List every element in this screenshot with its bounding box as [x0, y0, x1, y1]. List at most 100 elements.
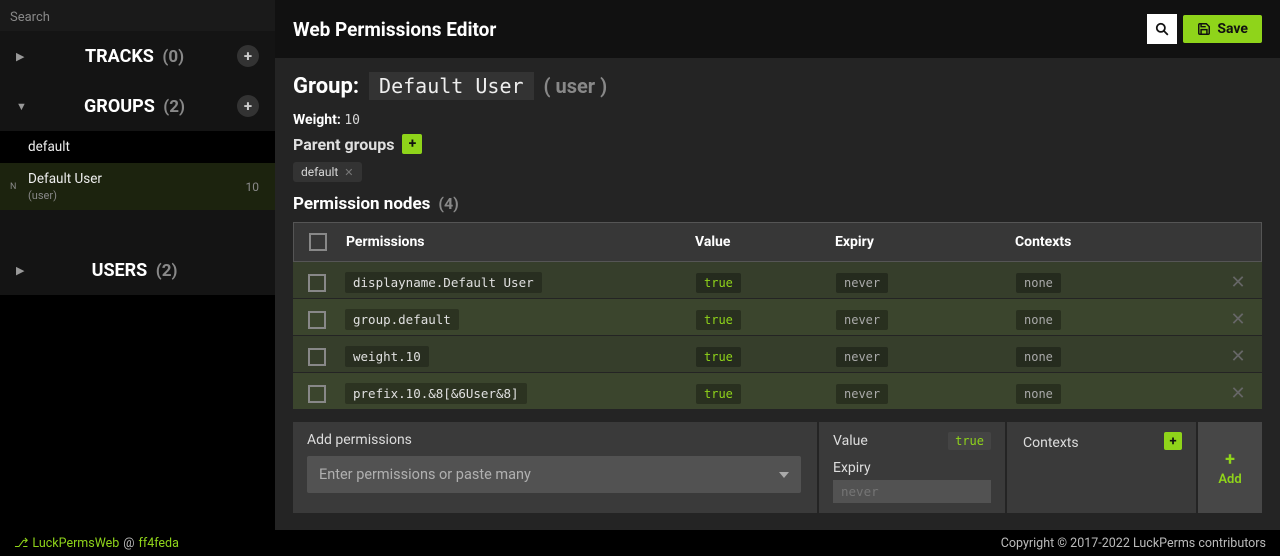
- branch-icon: ⎇: [14, 535, 28, 551]
- row-checkbox[interactable]: [308, 385, 326, 403]
- group-item-sub: (user): [28, 189, 246, 202]
- table-row[interactable]: prefix.10.&8[&6User&8] true never none ✕: [293, 373, 1262, 410]
- permissions-table: Permissions Value Expiry Contexts displa…: [293, 222, 1262, 410]
- group-title-row: Group: Default User ( user ): [293, 72, 1262, 100]
- perm-cell[interactable]: prefix.10.&8[&6User&8]: [345, 383, 527, 404]
- users-header[interactable]: ▶ USERS (2): [0, 246, 275, 295]
- chevron-down-icon: ▼: [16, 100, 32, 113]
- add-permissions-region: Add permissions Value true Expiry Conte: [293, 422, 1262, 513]
- col-contexts: Contexts: [1007, 230, 1217, 254]
- table-row[interactable]: weight.10 true never none ✕: [293, 336, 1262, 373]
- expiry-cell[interactable]: never: [836, 347, 888, 367]
- perm-cell[interactable]: group.default: [345, 309, 459, 330]
- nodes-header: Permission nodes (4): [293, 194, 1262, 214]
- delete-row-button[interactable]: ✕: [1218, 305, 1258, 334]
- add-permissions-label: Add permissions: [307, 432, 801, 448]
- content: Group: Default User ( user ) Weight: 10 …: [275, 58, 1280, 530]
- chevron-right-icon: ▶: [16, 50, 32, 63]
- col-expiry: Expiry: [827, 230, 1007, 254]
- footer-sep: @: [123, 536, 134, 551]
- sidebar-item-group[interactable]: N Default User (user) 10: [0, 163, 275, 210]
- ctx-cell[interactable]: none: [1016, 310, 1061, 330]
- search-button[interactable]: [1147, 14, 1177, 44]
- delete-row-button[interactable]: ✕: [1218, 379, 1258, 408]
- value-cell[interactable]: true: [696, 384, 741, 404]
- chevron-down-icon[interactable]: [779, 472, 789, 478]
- add-context-button[interactable]: +: [1164, 432, 1182, 450]
- groups-label: GROUPS: [84, 96, 155, 117]
- tracks-count: (0): [162, 47, 184, 67]
- row-checkbox[interactable]: [308, 274, 326, 292]
- permission-input[interactable]: [319, 466, 779, 483]
- expiry-cell[interactable]: never: [836, 384, 888, 404]
- table-row[interactable]: group.default true never none ✕: [293, 299, 1262, 336]
- add-value-label: Value: [833, 433, 868, 449]
- delete-row-button[interactable]: ✕: [1218, 342, 1258, 371]
- search-input[interactable]: [10, 10, 265, 25]
- select-all-checkbox[interactable]: [309, 233, 327, 251]
- delete-row-button[interactable]: ✕: [1218, 268, 1258, 297]
- col-value: Value: [687, 230, 827, 254]
- footer-hash[interactable]: ff4feda: [139, 536, 179, 551]
- add-value-toggle[interactable]: true: [948, 432, 991, 450]
- perm-cell[interactable]: displayname.Default User: [345, 272, 542, 293]
- add-track-button[interactable]: +: [237, 45, 259, 67]
- expiry-cell[interactable]: never: [836, 310, 888, 330]
- search-bar: [0, 0, 275, 31]
- add-contexts-panel: Contexts +: [1009, 422, 1194, 513]
- groups-header[interactable]: ▼ GROUPS (2) +: [0, 81, 275, 131]
- ctx-cell[interactable]: none: [1016, 384, 1061, 404]
- row-checkbox[interactable]: [308, 311, 326, 329]
- footer-brand[interactable]: LuckPermsWeb: [32, 536, 119, 551]
- tracks-label: TRACKS: [85, 46, 154, 67]
- sidebar: ▶ TRACKS (0) + ▼ GROUPS (2) + default N …: [0, 0, 275, 530]
- value-cell[interactable]: true: [696, 310, 741, 330]
- ctx-cell[interactable]: none: [1016, 347, 1061, 367]
- group-item-meta: 10: [246, 180, 260, 194]
- parent-groups-row: Parent groups +: [293, 134, 1262, 154]
- group-item-name: Default User: [28, 171, 102, 187]
- perm-cell[interactable]: weight.10: [345, 346, 429, 367]
- sidebar-item-group[interactable]: default: [0, 131, 275, 163]
- add-expiry-label: Expiry: [833, 460, 991, 476]
- remove-parent-icon[interactable]: ✕: [344, 166, 353, 179]
- parents-label: Parent groups: [293, 135, 394, 154]
- parent-chip-label: default: [301, 165, 338, 179]
- footer: ⎇ LuckPermsWeb @ ff4feda Copyright © 201…: [0, 530, 1280, 556]
- row-checkbox[interactable]: [308, 348, 326, 366]
- add-submit-button[interactable]: + Add: [1196, 422, 1262, 513]
- value-cell[interactable]: true: [696, 273, 741, 293]
- group-prefix: Group:: [293, 74, 359, 99]
- parent-chips: default ✕: [293, 158, 1262, 182]
- nodes-title: Permission nodes: [293, 194, 430, 214]
- main: Web Permissions Editor Save Group: Defau…: [275, 0, 1280, 530]
- tracks-header[interactable]: ▶ TRACKS (0) +: [0, 31, 275, 81]
- table-row[interactable]: displayname.Default User true never none…: [293, 262, 1262, 299]
- group-item-name: default: [28, 139, 70, 155]
- add-value-panel: Value true Expiry: [817, 422, 1007, 513]
- expiry-cell[interactable]: never: [836, 273, 888, 293]
- add-contexts-label: Contexts: [1023, 435, 1079, 451]
- new-badge: N: [10, 182, 22, 192]
- expiry-input[interactable]: [833, 480, 991, 503]
- permission-input-wrap[interactable]: [307, 456, 801, 493]
- add-group-button[interactable]: +: [237, 95, 259, 117]
- save-button[interactable]: Save: [1183, 15, 1262, 43]
- topbar: Web Permissions Editor Save: [275, 0, 1280, 58]
- nodes-count: (4): [438, 194, 458, 213]
- col-permissions: Permissions: [338, 230, 687, 254]
- groups-count: (2): [163, 97, 185, 117]
- group-key: ( user ): [544, 74, 608, 98]
- chevron-right-icon: ▶: [16, 264, 32, 277]
- value-cell[interactable]: true: [696, 347, 741, 367]
- plus-icon: +: [1225, 449, 1235, 470]
- parent-chip: default ✕: [293, 162, 362, 182]
- table-header: Permissions Value Expiry Contexts: [293, 222, 1262, 262]
- weight-row: Weight: 10: [293, 112, 1262, 128]
- group-display-name[interactable]: Default User: [369, 72, 534, 100]
- footer-copyright: Copyright © 2017-2022 LuckPerms contribu…: [1001, 536, 1266, 551]
- add-button-label: Add: [1218, 472, 1241, 487]
- ctx-cell[interactable]: none: [1016, 273, 1061, 293]
- weight-label: Weight:: [293, 112, 341, 128]
- add-parent-button[interactable]: +: [402, 134, 422, 154]
